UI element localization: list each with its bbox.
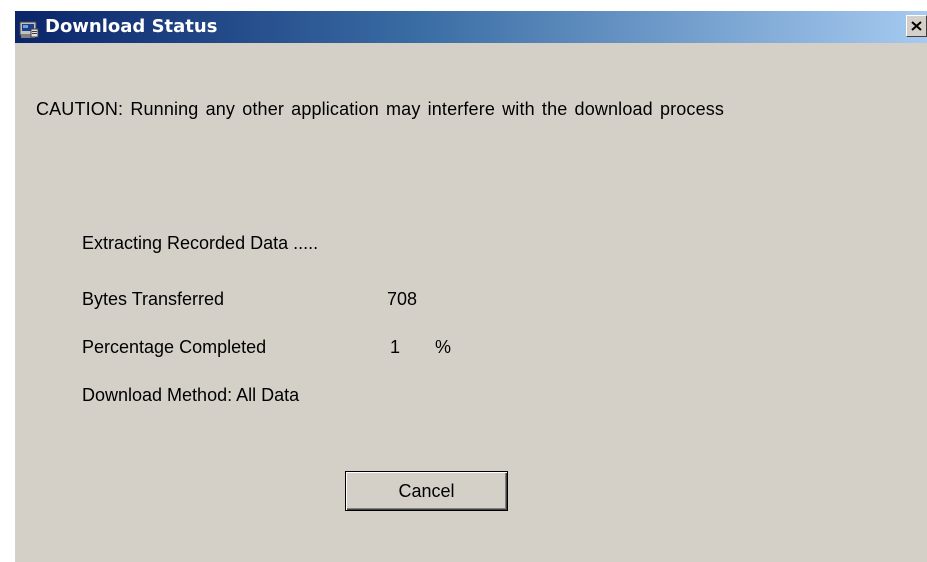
- caution-message: CAUTION: Running any other application m…: [36, 99, 725, 119]
- app-icon: [19, 19, 39, 39]
- title-bar[interactable]: Download Status: [15, 11, 927, 43]
- cancel-button[interactable]: Cancel: [345, 471, 508, 511]
- download-method: Download Method: All Data: [82, 385, 300, 405]
- percentage-completed-label: Percentage Completed: [82, 337, 267, 357]
- percentage-unit: %: [435, 337, 452, 357]
- bytes-transferred-label: Bytes Transferred: [82, 289, 225, 309]
- percentage-completed-value: 1: [390, 337, 401, 357]
- download-status-dialog: Download Status CAUTION: Running any oth…: [13, 11, 927, 562]
- close-icon: [911, 21, 922, 31]
- close-button[interactable]: [906, 15, 927, 37]
- extracting-status: Extracting Recorded Data .....: [82, 233, 319, 253]
- bytes-transferred-value: 708: [387, 289, 418, 309]
- window-title: Download Status: [45, 16, 218, 37]
